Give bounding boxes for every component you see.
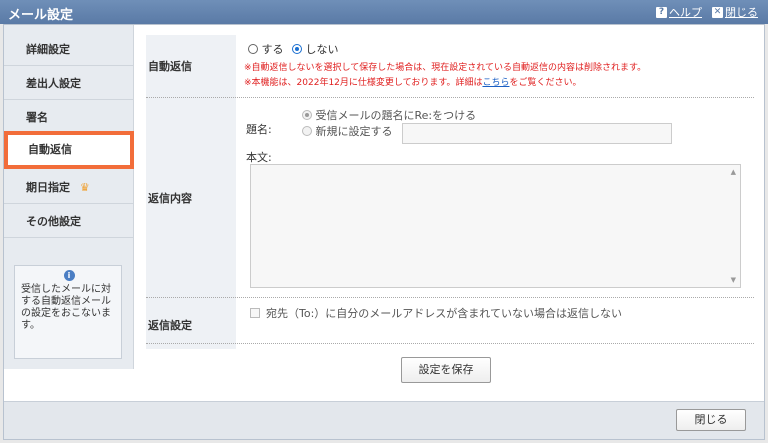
window-title: メール設定 [8, 8, 74, 23]
help-link[interactable]: ? ヘルプ [656, 4, 702, 20]
sidebar-item-auto-reply[interactable]: 自動返信 [4, 131, 134, 169]
to-address-checkbox-label: 宛先（To:）に自分のメールアドレスが含まれていない場合は返信しない [266, 307, 622, 320]
subject-new-label: 新規に設定する [315, 125, 393, 138]
auto-reply-label: 自動返信 [148, 60, 192, 73]
title-bar: メール設定 ? ヘルプ ✕ 閉じる [0, 0, 768, 24]
scroll-down-arrow-icon[interactable]: ▼ [731, 276, 736, 284]
settings-dialog: 詳細設定 差出人設定 署名 自動返信 期日指定 ♛ その他設定 i 受信したメー… [3, 24, 765, 440]
subject-re-radio[interactable] [302, 110, 312, 120]
sidebar-item-label: その他設定 [26, 215, 81, 228]
auto-reply-on-label: する [261, 43, 284, 56]
subject-new-option[interactable]: 新規に設定する [302, 123, 393, 139]
to-address-option[interactable]: 宛先（To:）に自分のメールアドレスが含まれていない場合は返信しない [250, 305, 622, 321]
close-link-label: 閉じる [725, 6, 758, 19]
scroll-up-arrow-icon[interactable]: ▲ [731, 168, 736, 176]
sidebar-item-label: 署名 [26, 111, 48, 124]
auto-reply-off-label: しない [305, 43, 339, 56]
sidebar-item-label: 差出人設定 [26, 77, 81, 90]
subject-label: 題名: [246, 123, 272, 136]
sidebar-item-scheduled-send[interactable]: 期日指定 ♛ [4, 171, 133, 204]
spec-change-note: ※本機能は、2022年12月に仕様変更しております。詳細はこちらをご覧ください。 [244, 75, 582, 88]
row-divider [146, 343, 754, 344]
to-address-checkbox[interactable] [250, 308, 260, 318]
subject-new-radio[interactable] [302, 126, 312, 136]
body-textarea[interactable]: ▲ ▼ [250, 164, 741, 288]
close-link[interactable]: ✕ 閉じる [712, 4, 758, 20]
subject-re-label: 受信メールの題名にRe:をつける [315, 109, 477, 122]
close-icon: ✕ [712, 6, 723, 18]
question-icon: ? [656, 6, 667, 18]
auto-reply-on-option[interactable]: する [248, 41, 284, 57]
premium-crown-icon: ♛ [79, 181, 90, 194]
sidebar-item-label: 詳細設定 [26, 43, 70, 56]
body-label: 本文: [246, 151, 272, 164]
auto-reply-on-radio[interactable] [248, 44, 258, 54]
sidebar-item-label: 自動返信 [28, 143, 72, 156]
row-divider [146, 297, 754, 298]
sidebar-item-signature[interactable]: 署名 [4, 101, 133, 134]
reply-settings-label: 返信設定 [148, 319, 192, 332]
info-icon: i [63, 270, 75, 281]
info-text: 受信したメールに対する自動返信メールの設定をおこないます。 [21, 284, 111, 331]
auto-reply-warning-note: ※自動返信しないを選択して保存した場合は、現在設定されている自動返信の内容は削除… [244, 63, 647, 73]
auto-reply-off-radio[interactable] [292, 44, 302, 54]
sidebar-item-sender-settings[interactable]: 差出人設定 [4, 67, 133, 100]
sidebar: 詳細設定 差出人設定 署名 自動返信 期日指定 ♛ その他設定 i 受信したメー… [4, 25, 134, 369]
info-box: i 受信したメールに対する自動返信メールの設定をおこないます。 [14, 265, 122, 359]
help-link-label: ヘルプ [669, 6, 702, 19]
close-button[interactable]: 閉じる [676, 409, 746, 431]
dialog-footer: 閉じる [4, 401, 764, 439]
main-content: 自動返信 する しない ※自動返信しないを選択して保存した場合は、現在設定されて… [134, 25, 764, 369]
row-divider [146, 97, 754, 98]
auto-reply-off-option[interactable]: しない [292, 41, 339, 57]
subject-input[interactable] [402, 123, 672, 144]
sidebar-item-label: 期日指定 [26, 181, 70, 194]
subject-re-option[interactable]: 受信メールの題名にRe:をつける [302, 107, 476, 123]
details-link[interactable]: こちら [482, 78, 509, 88]
sidebar-item-other-settings[interactable]: その他設定 [4, 205, 133, 238]
sidebar-item-detail-settings[interactable]: 詳細設定 [4, 33, 133, 66]
reply-content-label: 返信内容 [148, 192, 192, 205]
spec-change-note-suffix: をご覧ください。 [509, 78, 582, 88]
spec-change-note-prefix: ※本機能は、2022年12月に仕様変更しております。詳細は [244, 78, 483, 88]
save-settings-button[interactable]: 設定を保存 [401, 357, 491, 383]
